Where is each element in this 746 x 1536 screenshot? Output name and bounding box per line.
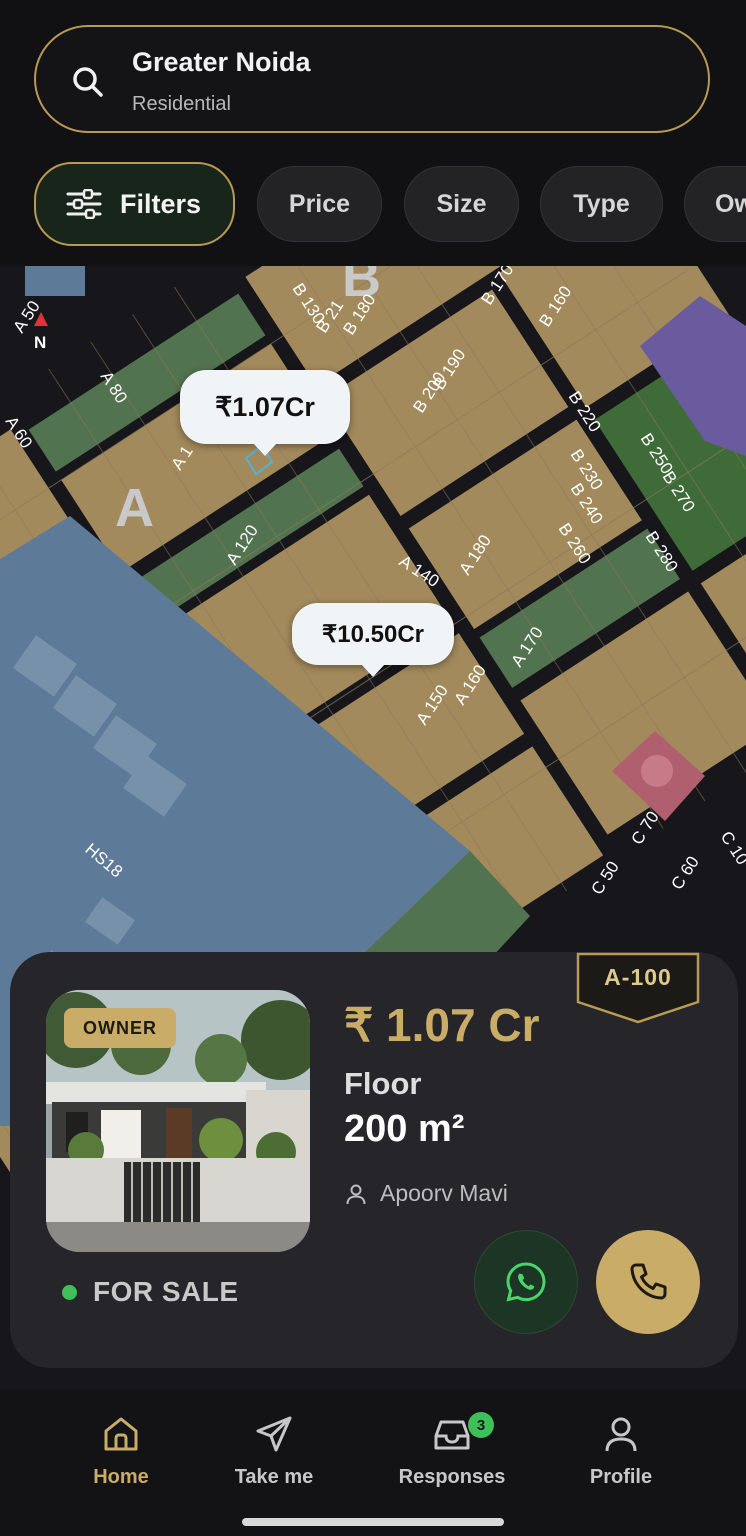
block-letter-a: A xyxy=(115,478,154,538)
owner-row: Apoorv Mavi xyxy=(344,1180,508,1207)
nav-take-me[interactable]: Take me xyxy=(194,1414,354,1489)
search-location: Greater Noida xyxy=(132,47,311,77)
home-indicator[interactable] xyxy=(242,1518,504,1526)
call-button[interactable] xyxy=(596,1230,700,1334)
filters-label: Filters xyxy=(120,188,202,219)
owner-badge: OWNER xyxy=(64,1008,176,1048)
compass-label: N xyxy=(34,333,46,352)
filter-chip-type[interactable]: Type xyxy=(540,166,663,242)
header: Greater Noida Residential Filters Price … xyxy=(0,0,746,266)
listing-card[interactable]: OWNER A-100 ₹ 1.07 Cr Floor 200 m² Apoor… xyxy=(10,952,738,1368)
nav-responses[interactable]: 3 Responses xyxy=(372,1412,532,1489)
search-bar[interactable]: Greater Noida Residential xyxy=(34,25,710,133)
phone-icon xyxy=(630,1263,667,1300)
status-dot xyxy=(62,1284,77,1300)
filter-chip-size[interactable]: Size xyxy=(404,166,519,242)
home-icon xyxy=(104,1417,138,1451)
search-icon xyxy=(73,67,103,97)
responses-count-badge: 3 xyxy=(468,1412,494,1438)
nav-profile-label: Profile xyxy=(589,1466,653,1488)
filter-chip-price[interactable]: Price xyxy=(257,166,382,242)
search-category: Residential xyxy=(132,93,231,115)
whatsapp-button[interactable] xyxy=(474,1230,578,1334)
filter-chip-owner[interactable]: Ow xyxy=(684,166,746,242)
person-icon xyxy=(346,1184,366,1204)
plot-id-label: A-100 xyxy=(604,964,672,990)
listing-status: FOR SALE xyxy=(62,1276,239,1308)
person-icon xyxy=(605,1417,637,1452)
filters-button[interactable]: Filters xyxy=(34,162,235,246)
property-type: Floor xyxy=(344,1066,422,1101)
price-marker[interactable]: ₹10.50Cr xyxy=(292,603,454,665)
plot-id-tag: A-100 xyxy=(576,952,700,1024)
price-marker[interactable]: ₹1.07Cr xyxy=(180,370,350,444)
nav-take-me-label: Take me xyxy=(234,1466,314,1488)
nav-responses-label: Responses xyxy=(398,1466,506,1488)
nav-home[interactable]: Home xyxy=(41,1414,201,1489)
nav-profile[interactable]: Profile xyxy=(541,1414,701,1489)
owner-name: Apoorv Mavi xyxy=(380,1180,508,1206)
inbox-icon xyxy=(434,1420,470,1450)
bottom-nav: Home Take me 3 Responses Profile xyxy=(0,1390,746,1536)
property-size: 200 m² xyxy=(344,1108,465,1150)
whatsapp-icon xyxy=(506,1262,546,1302)
status-label: FOR SALE xyxy=(93,1276,239,1307)
navigate-icon xyxy=(256,1416,292,1452)
listing-price: ₹ 1.07 Cr xyxy=(344,999,540,1051)
nav-home-label: Home xyxy=(93,1466,149,1488)
sliders-icon xyxy=(66,189,102,219)
filter-chip-row: Filters Price Size Type Ow xyxy=(0,160,746,246)
